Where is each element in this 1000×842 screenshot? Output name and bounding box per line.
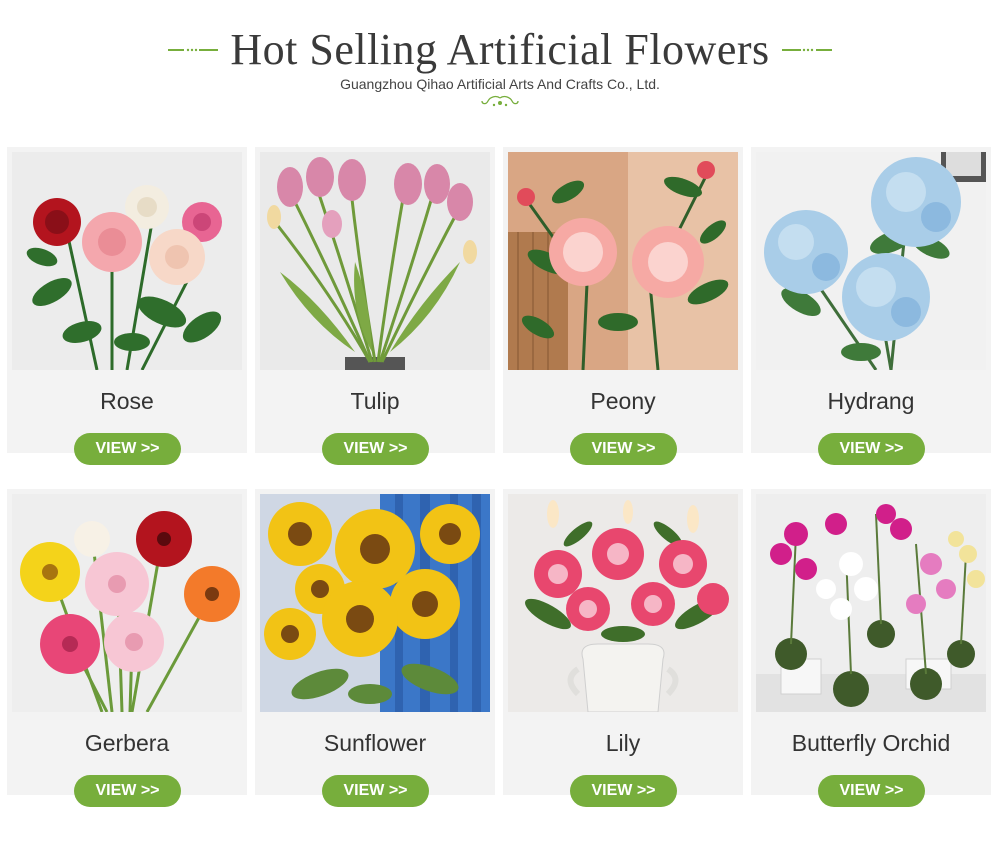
title-row: Hot Selling Artificial Flowers [0,24,1000,76]
product-name: Rose [100,388,154,414]
title-right-decoration [781,44,832,56]
view-button-butterfly-orchid[interactable]: VIEW >> [818,775,925,807]
product-card-lily[interactable]: Lily VIEW >> [503,489,743,807]
product-card-peony[interactable]: Peony VIEW >> [503,147,743,465]
view-button-lily[interactable]: VIEW >> [570,775,677,807]
product-name: Gerbera [84,730,170,756]
product-name: Lily [605,730,641,756]
flourish-ornament-icon [480,95,520,109]
view-button-hydrangea[interactable]: VIEW >> [818,433,925,465]
page-title: Hot Selling Artificial Flowers [230,25,770,74]
product-card-butterfly-orchid[interactable]: Butterfly Orchid VIEW >> [751,489,991,807]
title-left-decoration [168,44,219,56]
gerbera-photo[interactable] [12,494,242,712]
product-name: Hydrang [827,388,915,414]
company-subtitle: Guangzhou Qihao Artificial Arts And Craf… [340,76,660,92]
product-name: Tulip [350,388,400,414]
view-button-gerbera[interactable]: VIEW >> [74,775,181,807]
product-name: Sunflower [323,730,427,756]
product-card-hydrangea[interactable]: Hydrang VIEW >> [751,147,991,465]
rose-photo[interactable] [12,152,242,370]
product-card-tulip[interactable]: Tulip VIEW >> [255,147,495,465]
hydrangea-photo[interactable] [756,152,986,370]
view-button-tulip[interactable]: VIEW >> [322,433,429,465]
product-name: Butterfly Orchid [791,730,951,756]
section-header: Hot Selling Artificial Flowers Guangzhou… [0,0,1000,120]
butterfly-orchid-photo[interactable] [756,494,986,712]
tulip-photo[interactable] [260,152,490,370]
product-card-sunflower[interactable]: Sunflower VIEW >> [255,489,495,807]
product-card-rose[interactable]: Rose VIEW >> [7,147,247,465]
view-button-rose[interactable]: VIEW >> [74,433,181,465]
product-card-gerbera[interactable]: Gerbera VIEW >> [7,489,247,807]
peony-photo[interactable] [508,152,738,370]
lily-photo[interactable] [508,494,738,712]
product-name: Peony [590,388,656,414]
sunflower-photo[interactable] [260,494,490,712]
view-button-sunflower[interactable]: VIEW >> [322,775,429,807]
view-button-peony[interactable]: VIEW >> [570,433,677,465]
